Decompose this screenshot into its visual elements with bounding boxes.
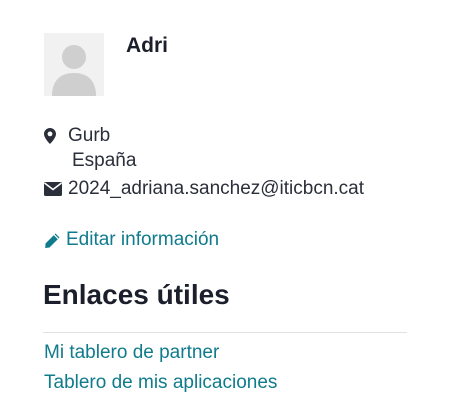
profile-email: 2024_adriana.sanchez@iticbcn.cat bbox=[68, 178, 365, 199]
partner-dashboard-link[interactable]: Mi tablero de partner bbox=[44, 342, 219, 364]
my-apps-dashboard-link[interactable]: Tablero de mis aplicaciones bbox=[44, 372, 277, 394]
location-row: Gurb bbox=[44, 125, 110, 147]
country-row: España bbox=[72, 150, 136, 172]
email-row: 2024_adriana.sanchez@iticbcn.cat bbox=[44, 178, 364, 200]
user-silhouette-icon bbox=[44, 33, 104, 96]
useful-links-title: Enlaces útiles bbox=[43, 279, 230, 310]
map-marker-icon bbox=[44, 128, 68, 144]
edit-profile-link[interactable]: Editar información bbox=[44, 229, 219, 251]
profile-name: Adri bbox=[126, 34, 168, 57]
profile-city: Gurb bbox=[68, 125, 111, 146]
envelope-icon bbox=[44, 182, 68, 196]
divider bbox=[43, 332, 407, 333]
edit-profile-label: Editar información bbox=[66, 229, 220, 250]
avatar bbox=[44, 33, 104, 96]
pencil-icon bbox=[44, 232, 66, 249]
profile-country: España bbox=[72, 150, 137, 171]
profile-card: Adri Gurb España 2024_adriana.sanchez@it… bbox=[0, 0, 475, 419]
